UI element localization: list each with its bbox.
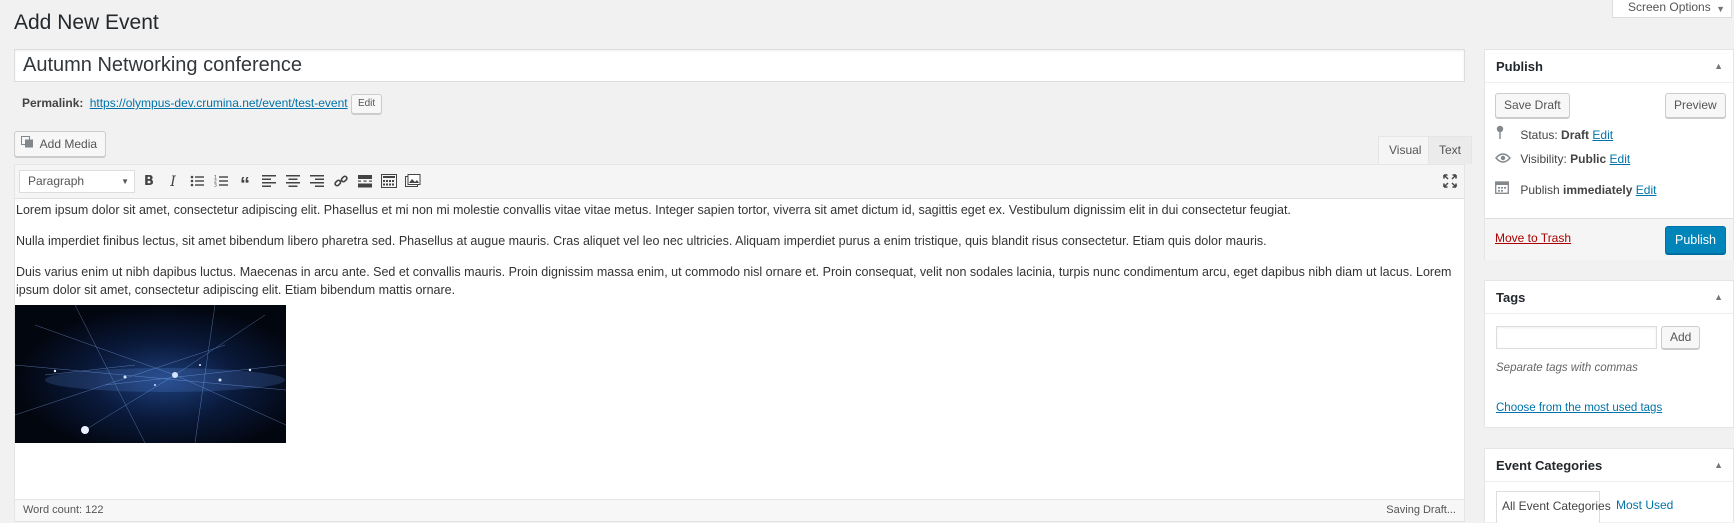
publish-button[interactable]: Publish [1665,226,1726,254]
visibility-edit-link[interactable]: Edit [1610,152,1631,166]
schedule-row: Publish immediately Edit [1495,180,1656,197]
choose-most-used-tags-link[interactable]: Choose from the most used tags [1496,402,1662,414]
caret-down-icon: ▼ [121,177,129,186]
publish-box: Publish ▲ Save Draft Preview Status: Dra… [1484,49,1734,260]
tab-text[interactable]: Text [1428,136,1473,164]
align-center-icon[interactable] [282,171,304,193]
content-editor[interactable]: Paragraph ▼ B I 123 “ Lorem ipsum dolor … [14,164,1465,522]
event-categories-title: Event Categories [1496,458,1603,473]
schedule-label: Publish [1520,183,1560,197]
bullet-list-icon[interactable] [186,171,208,193]
permalink-url[interactable]: https://olympus-dev.crumina.net/event/te… [90,96,348,110]
word-count: Word count: 122 [23,504,104,516]
publish-actions: Move to Trash Publish [1485,218,1733,260]
editor-toolbar: Paragraph ▼ B I 123 “ [15,165,1464,199]
tags-box: Tags ▲ Add Separate tags with commas Cho… [1484,280,1734,428]
bold-icon[interactable]: B [138,171,160,193]
tags-hint: Separate tags with commas [1496,362,1638,374]
event-categories-header[interactable]: Event Categories ▲ [1485,449,1733,482]
status-value: Draft [1561,128,1590,142]
pin-icon [1495,125,1517,142]
add-media-button[interactable]: Add Media [14,131,106,157]
schedule-edit-link[interactable]: Edit [1636,183,1657,197]
read-more-icon[interactable] [354,171,376,193]
content-paragraph: Duis varius enim ut nibh dapibus luctus.… [16,265,1452,297]
status-label: Status: [1520,128,1558,142]
event-categories-box: Event Categories ▲ All Event Categories … [1484,448,1734,523]
collapse-arrow-icon[interactable]: ▲ [1714,449,1723,482]
tags-box-title: Tags [1496,290,1526,305]
add-tag-button[interactable]: Add [1661,326,1701,349]
add-media-label: Add Media [39,137,98,151]
save-draft-button[interactable]: Save Draft [1495,93,1570,118]
permalink-row: Permalink: https://olympus-dev.crumina.n… [22,94,383,114]
preview-button[interactable]: Preview [1665,93,1726,118]
svg-text:3: 3 [214,183,217,189]
align-right-icon[interactable] [306,171,328,193]
permalink-label: Permalink: [22,96,84,111]
tab-visual[interactable]: Visual [1378,136,1433,165]
screen-options-label: Screen Options [1628,0,1711,14]
content-paragraph: Nulla imperdiet finibus lectus, sit amet… [16,234,1267,248]
visibility-row: Visibility: Public Edit [1495,152,1630,166]
permalink-edit-button[interactable]: Edit [350,94,383,114]
post-title-input[interactable]: Autumn Networking conference [14,49,1465,82]
visibility-label: Visibility: [1520,152,1567,166]
italic-icon[interactable]: I [162,171,184,193]
autosave-status: Saving Draft... [1386,504,1456,516]
tags-box-header[interactable]: Tags ▲ [1485,281,1733,314]
visibility-value: Public [1570,152,1607,166]
schedule-value: immediately [1563,183,1633,197]
screen-options-button[interactable]: Screen Options ▼ [1612,0,1732,18]
media-icon [21,132,37,156]
link-icon[interactable] [330,171,352,193]
content-paragraph: Lorem ipsum dolor sit amet, consectetur … [16,203,1291,217]
content-image[interactable] [15,305,286,443]
insert-gallery-icon[interactable] [402,171,424,193]
align-left-icon[interactable] [258,171,280,193]
eye-icon [1495,152,1517,166]
page-title: Add New Event [14,11,159,34]
tag-input[interactable] [1496,326,1657,349]
collapse-arrow-icon[interactable]: ▲ [1714,50,1723,83]
move-to-trash-link[interactable]: Move to Trash [1495,231,1571,245]
publish-box-title: Publish [1496,59,1543,74]
numbered-list-icon[interactable]: 123 [210,171,232,193]
status-row: Status: Draft Edit [1495,125,1613,142]
tab-most-used[interactable]: Most Used [1616,498,1673,512]
toolbar-toggle-icon[interactable] [378,171,400,193]
collapse-arrow-icon[interactable]: ▲ [1714,281,1723,314]
editor-content[interactable]: Lorem ipsum dolor sit amet, consectetur … [15,201,1464,312]
editor-status-bar: Word count: 122 Saving Draft... [15,499,1464,521]
format-select[interactable]: Paragraph ▼ [19,170,135,193]
blockquote-icon[interactable]: “ [234,171,256,196]
format-select-value: Paragraph [28,174,85,188]
fullscreen-icon[interactable] [1439,171,1461,193]
calendar-icon [1495,180,1517,197]
status-edit-link[interactable]: Edit [1592,128,1613,142]
publish-box-header[interactable]: Publish ▲ [1485,50,1733,83]
caret-down-icon: ▼ [1716,4,1725,14]
tab-all-event-categories[interactable]: All Event Categories [1496,491,1611,523]
